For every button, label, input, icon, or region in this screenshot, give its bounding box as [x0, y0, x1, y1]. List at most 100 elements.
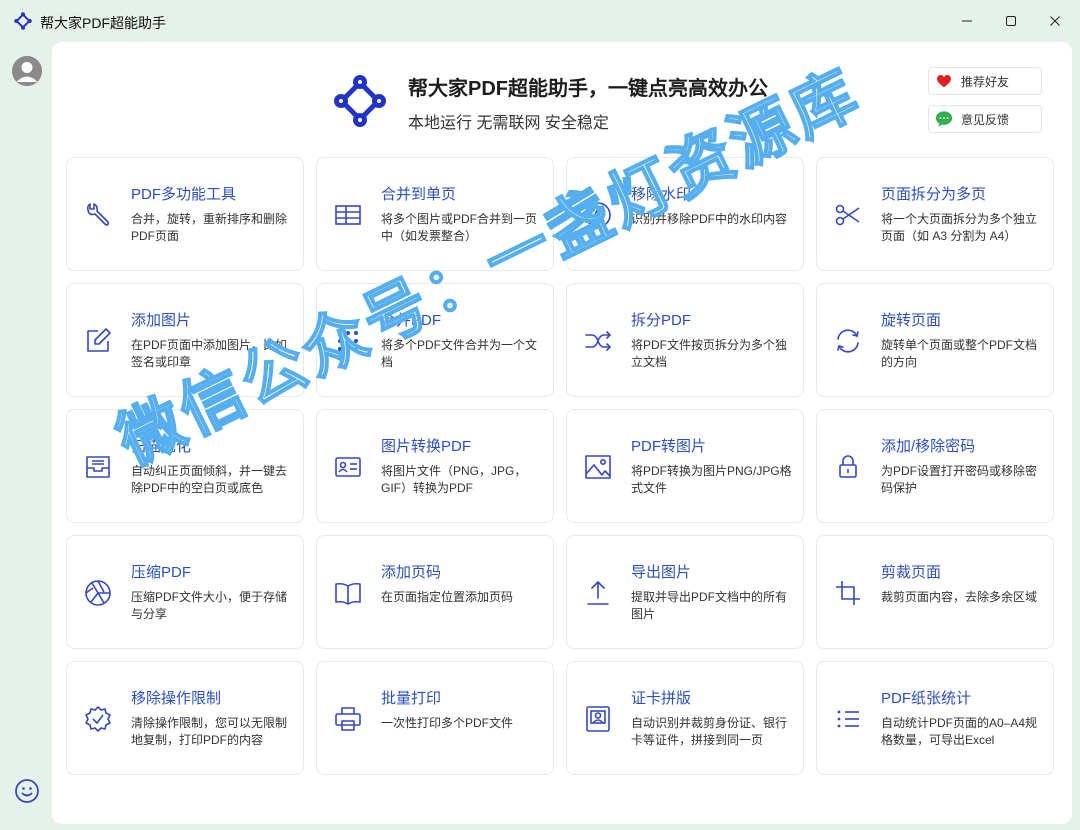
tool-desc: 旋转单个页面或整个PDF文档的方向	[881, 338, 1038, 369]
tool-title: 移除水印	[631, 186, 692, 203]
tool-desc: 一次性打印多个PDF文件	[381, 716, 514, 730]
tool-desc: 压缩PDF文件大小，便于存储与分享	[131, 590, 288, 621]
tool-desc: 提取并导出PDF文档中的所有图片	[631, 590, 788, 621]
tool-title: PDF转图片	[631, 438, 707, 455]
tool-card-remove-watermark[interactable]: 移除水印 识别并移除PDF中的水印内容	[566, 157, 804, 271]
window-title: 帮大家PDF超能助手	[40, 15, 166, 31]
id-card-icon	[335, 457, 361, 477]
tool-desc: 合并，旋转，重新排序和删除PDF页面	[131, 212, 288, 243]
tool-desc: 将一个大页面拆分为多个独立页面（如 A3 分割为 A4）	[881, 212, 1038, 243]
shuffle-icon	[585, 331, 612, 351]
upload-icon	[587, 580, 609, 605]
close-icon	[1050, 16, 1060, 26]
tool-card-paper-stats[interactable]: PDF纸张统计 自动统计PDF页面的A0–A4规格数量，可导出Excel	[816, 661, 1054, 775]
tool-title: 证卡拼版	[631, 690, 692, 707]
tool-title: 批量打印	[381, 690, 442, 707]
tool-desc: 自动纠正页面倾斜，并一键去除PDF中的空白页或底色	[131, 464, 288, 495]
tool-card-image-to-pdf[interactable]: 图片转换PDF 将图片文件（PNG，JPG，GIF）转换为PDF	[316, 409, 554, 523]
chat-bubble-icon	[935, 111, 953, 127]
hero-subtitle: 本地运行 无需联网 安全稳定	[408, 115, 609, 132]
book-icon	[335, 582, 361, 605]
feedback-label: 意见反馈	[961, 112, 1010, 127]
tool-card-merge-single[interactable]: 合并到单页 将多个图片或PDF合并到一页中（如发票整合）	[316, 157, 554, 271]
heart-icon	[937, 74, 951, 88]
user-avatar[interactable]	[12, 56, 42, 86]
tool-desc: 自动识别并裁剪身份证、银行卡等证件，拼接到同一页	[631, 716, 788, 747]
grid-dots-icon	[338, 331, 358, 351]
tool-title: 压缩PDF	[131, 564, 192, 581]
tool-desc: 将图片文件（PNG，JPG，GIF）转换为PDF	[381, 464, 527, 495]
tool-title: 图片转换PDF	[381, 438, 472, 455]
tool-title: 剪裁页面	[881, 564, 942, 581]
tool-title: 合并到单页	[381, 186, 457, 203]
rotate-icon	[837, 329, 859, 353]
hero-title: 帮大家PDF超能助手，一键点亮高效办公	[408, 78, 768, 100]
smiley-icon[interactable]	[14, 778, 40, 804]
tool-title: 合并PDF	[381, 312, 442, 329]
minimize-button[interactable]	[944, 6, 990, 36]
tool-card-id-layout[interactable]: 证卡拼版 自动识别并裁剪身份证、银行卡等证件，拼接到同一页	[566, 661, 804, 775]
tool-title: 扫描优化	[131, 438, 192, 455]
tool-card-scan-optimize[interactable]: 扫描优化 自动纠正页面倾斜，并一键去除PDF中的空白页或底色	[66, 409, 304, 523]
tool-desc: 将PDF转换为图片PNG/JPG格式文件	[631, 464, 792, 495]
tool-card-export-images[interactable]: 导出图片 提取并导出PDF文档中的所有图片	[566, 535, 804, 649]
title-bar: 帮大家PDF超能助手	[0, 0, 1080, 42]
tool-title: 导出图片	[631, 564, 692, 581]
table-icon	[335, 205, 361, 225]
portrait-icon	[586, 706, 610, 732]
aperture-icon	[85, 580, 111, 606]
tool-desc: 在PDF页面中添加图片，比如签名或印章	[131, 338, 288, 369]
tool-title: 旋转页面	[881, 312, 942, 329]
user-avatar-icon	[12, 56, 42, 86]
tool-desc: 为PDF设置打开密码或移除密码保护	[881, 464, 1038, 495]
close-button[interactable]	[1032, 6, 1078, 36]
tool-title: 拆分PDF	[631, 312, 692, 329]
tool-title: 移除操作限制	[131, 690, 222, 707]
inbox-icon	[86, 456, 110, 478]
tool-desc: 裁剪页面内容，去除多余区域	[881, 590, 1038, 604]
tool-card-pdf-multi[interactable]: PDF多功能工具 合并，旋转，重新排序和删除PDF页面	[66, 157, 304, 271]
tool-card-password[interactable]: 添加/移除密码 为PDF设置打开密码或移除密码保护	[816, 409, 1054, 523]
wrench-icon	[86, 203, 110, 226]
hero-logo-icon	[334, 75, 386, 127]
tool-title: 添加页码	[381, 564, 442, 581]
tool-card-crop[interactable]: 剪裁页面 裁剪页面内容，去除多余区域	[816, 535, 1054, 649]
tool-card-pdf-to-image[interactable]: PDF转图片 将PDF转换为图片PNG/JPG格式文件	[566, 409, 804, 523]
tool-desc: 自动统计PDF页面的A0–A4规格数量，可导出Excel	[881, 716, 1038, 747]
image-icon	[585, 455, 611, 479]
tool-title: 页面拆分为多页	[881, 186, 987, 203]
tool-card-merge-pdf[interactable]: 合并PDF 将多个PDF文件合并为一个文档	[316, 283, 554, 397]
app-logo-icon	[14, 12, 32, 30]
watermark-icon	[585, 202, 611, 228]
feedback-button[interactable]: 意见反馈	[928, 105, 1042, 133]
tool-card-rotate[interactable]: 旋转页面 旋转单个页面或整个PDF文档的方向	[816, 283, 1054, 397]
tool-card-split-pdf[interactable]: 拆分PDF 将PDF文件按页拆分为多个独立文档	[566, 283, 804, 397]
lock-icon	[839, 455, 857, 478]
minimize-icon	[962, 20, 972, 22]
tool-card-batch-print[interactable]: 批量打印 一次性打印多个PDF文件	[316, 661, 554, 775]
tool-card-compress[interactable]: 压缩PDF 压缩PDF文件大小，便于存储与分享	[66, 535, 304, 649]
tool-title: PDF多功能工具	[131, 186, 237, 203]
printer-icon	[335, 707, 361, 731]
tool-desc: 清除操作限制，您可以无限制地复制，打印PDF的内容	[131, 716, 288, 747]
scissors-icon	[835, 204, 860, 226]
maximize-icon	[1006, 16, 1016, 26]
tool-desc: 识别并移除PDF中的水印内容	[631, 212, 788, 226]
tool-title: 添加图片	[131, 312, 192, 329]
tool-title: 添加/移除密码	[881, 438, 976, 455]
maximize-button[interactable]	[988, 6, 1034, 36]
recommend-label: 推荐好友	[961, 74, 1010, 89]
tool-card-remove-restriction[interactable]: 移除操作限制 清除操作限制，您可以无限制地复制，打印PDF的内容	[66, 661, 304, 775]
tool-desc: 在页面指定位置添加页码	[381, 590, 514, 604]
crop-icon	[836, 581, 860, 605]
tool-desc: 将PDF文件按页拆分为多个独立文档	[631, 338, 788, 369]
list-icon	[837, 710, 859, 728]
tool-card-add-image[interactable]: 添加图片 在PDF页面中添加图片，比如签名或印章	[66, 283, 304, 397]
tool-title: PDF纸张统计	[881, 690, 972, 707]
tool-card-split-page[interactable]: 页面拆分为多页 将一个大页面拆分为多个独立页面（如 A3 分割为 A4）	[816, 157, 1054, 271]
recommend-button[interactable]: 推荐好友	[928, 67, 1042, 95]
tool-desc: 将多个PDF文件合并为一个文档	[381, 338, 538, 369]
tool-card-page-number[interactable]: 添加页码 在页面指定位置添加页码	[316, 535, 554, 649]
edit-icon	[87, 328, 111, 352]
tool-desc: 将多个图片或PDF合并到一页中（如发票整合）	[381, 212, 538, 243]
